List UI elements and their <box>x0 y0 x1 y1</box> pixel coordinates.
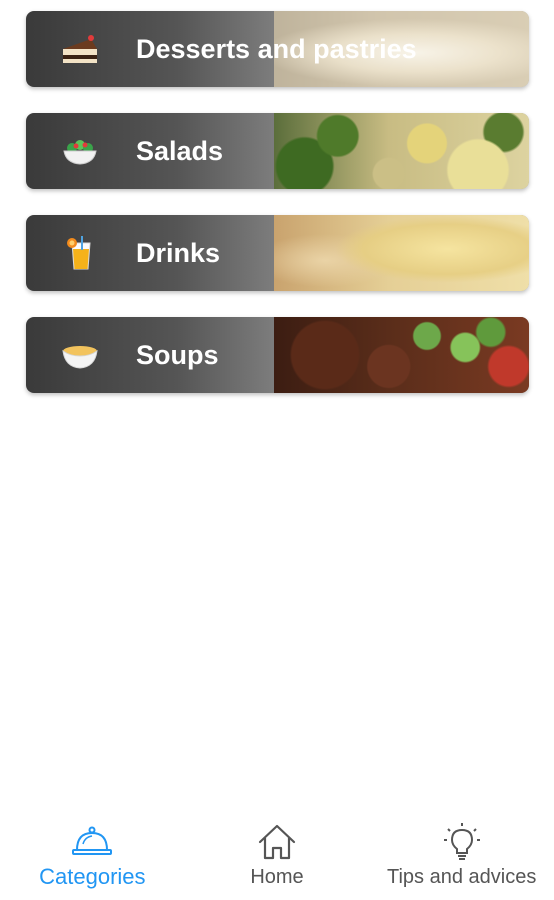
drinks-photo <box>274 215 529 291</box>
category-card-drinks[interactable]: Drinks <box>26 215 529 291</box>
soups-photo <box>274 317 529 393</box>
category-label: Desserts and pastries <box>136 34 417 64</box>
lightbulb-icon <box>443 823 480 860</box>
category-label: Drinks <box>136 238 221 268</box>
nav-label-categories: Categories <box>39 864 146 889</box>
salad-bowl-icon <box>63 140 97 165</box>
salads-photo <box>274 113 529 189</box>
category-label: Salads <box>136 136 224 166</box>
category-label: Soups <box>136 340 219 370</box>
serving-cloche-icon <box>72 826 113 855</box>
nav-tips[interactable]: Tips and advices <box>369 800 554 900</box>
soup-bowl-icon <box>62 346 98 369</box>
nav-categories[interactable]: Categories <box>0 800 185 900</box>
cake-icon <box>63 35 97 63</box>
category-card-desserts[interactable]: Desserts and pastries <box>26 11 529 87</box>
bottom-navigation: Categories Home Tips and advices <box>0 800 554 900</box>
app-screen: Desserts and pastries Salads Drinks Soup… <box>0 0 554 900</box>
nav-label-home: Home <box>250 866 304 888</box>
home-icon <box>258 824 296 860</box>
category-card-soups[interactable]: Soups <box>26 317 529 393</box>
nav-home[interactable]: Home <box>185 800 370 900</box>
juice-glass-icon <box>67 236 91 270</box>
nav-label-tips: Tips and advices <box>387 866 537 888</box>
category-card-salads[interactable]: Salads <box>26 113 529 189</box>
